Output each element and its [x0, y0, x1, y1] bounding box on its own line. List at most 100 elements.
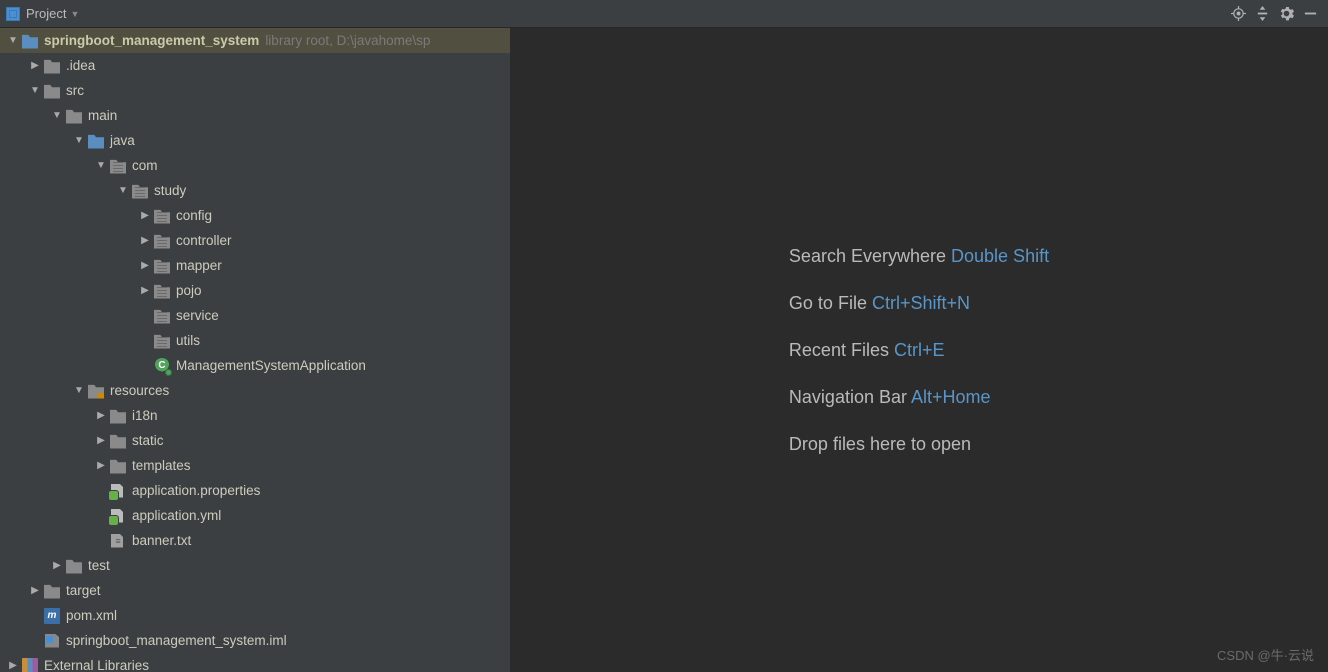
tree-node-label: application.yml [132, 508, 221, 523]
tree-node-label: com [132, 158, 158, 173]
project-toolbar: Project ▼ [0, 0, 1328, 28]
help-text: Navigation Bar [789, 387, 907, 407]
pkg-icon [110, 158, 126, 174]
project-dropdown[interactable]: Project [26, 6, 66, 21]
tree-arrow-icon[interactable]: ▼ [30, 85, 40, 96]
locate-icon[interactable] [1226, 2, 1250, 26]
tree-node-external-libraries[interactable]: ▶ External Libraries [0, 653, 510, 672]
tree-arrow-icon[interactable]: ▶ [140, 260, 150, 271]
tree-node-label: main [88, 108, 117, 123]
tree-arrow-icon[interactable]: ▶ [8, 660, 18, 671]
lib-icon-icon [22, 658, 38, 672]
folder-icon [44, 583, 60, 599]
expand-all-icon[interactable] [1250, 2, 1274, 26]
pom-file-icon [44, 608, 60, 624]
tree-node-banner-txt[interactable]: banner.txt [0, 528, 510, 553]
tree-node-label: study [154, 183, 186, 198]
tree-node-application-yml[interactable]: application.yml [0, 503, 510, 528]
tree-node-springboot-management-system[interactable]: ▼springboot_management_systemlibrary roo… [0, 28, 510, 53]
tree-arrow-icon[interactable]: ▼ [96, 160, 106, 171]
help-row: Search Everywhere Double Shift [789, 246, 1049, 267]
pkg-icon [154, 283, 170, 299]
tree-node-service[interactable]: service [0, 303, 510, 328]
tree-node--idea[interactable]: ▶ .idea [0, 53, 510, 78]
tree-arrow-icon[interactable]: ▶ [96, 435, 106, 446]
tree-node-study[interactable]: ▼ study [0, 178, 510, 203]
help-row: Drop files here to open [789, 434, 1049, 455]
yml-file-icon [110, 508, 126, 524]
help-shortcut: Ctrl+E [894, 340, 945, 360]
prop-file-icon [110, 483, 126, 499]
folder-blue-icon [88, 133, 104, 149]
help-shortcut: Ctrl+Shift+N [872, 293, 970, 313]
java-file-icon [154, 358, 170, 374]
tree-arrow-icon[interactable]: ▶ [30, 60, 40, 71]
tree-node-test[interactable]: ▶ test [0, 553, 510, 578]
tree-node-label: External Libraries [44, 658, 149, 672]
res-folder-icon [88, 383, 104, 399]
tree-node-label: templates [132, 458, 191, 473]
folder-icon [66, 558, 82, 574]
tree-node-target[interactable]: ▶ target [0, 578, 510, 603]
tree-arrow-icon[interactable]: ▶ [52, 560, 62, 571]
tree-node-label: application.properties [132, 483, 260, 498]
pkg-icon [132, 183, 148, 199]
folder-icon [44, 58, 60, 74]
help-text: Drop files here to open [789, 434, 971, 454]
hide-icon[interactable] [1298, 2, 1322, 26]
tree-node-main[interactable]: ▼ main [0, 103, 510, 128]
tree-node-pom-xml[interactable]: pom.xml [0, 603, 510, 628]
tree-arrow-icon[interactable]: ▼ [74, 135, 84, 146]
tree-arrow-icon[interactable]: ▼ [52, 110, 62, 121]
tree-node-label: test [88, 558, 110, 573]
tree-node-label: service [176, 308, 219, 323]
tree-node-label: .idea [66, 58, 95, 73]
tree-arrow-icon[interactable]: ▶ [96, 410, 106, 421]
tree-node-label: utils [176, 333, 200, 348]
chevron-down-icon[interactable]: ▼ [70, 9, 79, 19]
pkg-icon [154, 308, 170, 324]
tree-node-label: springboot_management_system.iml [66, 633, 287, 648]
folder-blue-icon [22, 33, 38, 49]
tree-node-controller[interactable]: ▶controller [0, 228, 510, 253]
tree-node-label: i18n [132, 408, 158, 423]
tree-arrow-icon[interactable]: ▼ [118, 185, 128, 196]
pkg-icon [154, 233, 170, 249]
tree-node-static[interactable]: ▶static [0, 428, 510, 453]
tree-node-label: target [66, 583, 101, 598]
project-tree[interactable]: ▼springboot_management_systemlibrary roo… [0, 28, 510, 672]
tree-node-managementsystemapplication[interactable]: ManagementSystemApplication [0, 353, 510, 378]
folder-icon [44, 83, 60, 99]
tree-node-templates[interactable]: ▶ templates [0, 453, 510, 478]
tree-arrow-icon[interactable]: ▶ [140, 285, 150, 296]
tree-node-pojo[interactable]: ▶ pojo [0, 278, 510, 303]
pkg-icon [154, 208, 170, 224]
tree-node-label: banner.txt [132, 533, 191, 548]
help-text: Search Everywhere [789, 246, 946, 266]
editor-area[interactable]: Search Everywhere Double ShiftGo to File… [510, 28, 1328, 672]
tree-arrow-icon[interactable]: ▶ [140, 235, 150, 246]
tree-node-springboot-management-system-iml[interactable]: springboot_management_system.iml [0, 628, 510, 653]
settings-icon[interactable] [1274, 2, 1298, 26]
tree-arrow-icon[interactable]: ▼ [8, 35, 18, 46]
tree-node-mapper[interactable]: ▶mapper [0, 253, 510, 278]
tree-node-label: src [66, 83, 84, 98]
tree-node-label: config [176, 208, 212, 223]
tree-arrow-icon[interactable]: ▼ [74, 385, 84, 396]
tree-node-application-properties[interactable]: application.properties [0, 478, 510, 503]
tree-arrow-icon[interactable]: ▶ [30, 585, 40, 596]
tree-node-resources[interactable]: ▼resources [0, 378, 510, 403]
tree-node-label: pojo [176, 283, 202, 298]
tree-node-config[interactable]: ▶ config [0, 203, 510, 228]
tree-node-suffix: library root, D:\javahome\sp [265, 33, 430, 48]
help-shortcut: Double Shift [951, 246, 1049, 266]
help-row: Navigation Bar Alt+Home [789, 387, 1049, 408]
tree-node-i18n[interactable]: ▶ i18n [0, 403, 510, 428]
tree-node-utils[interactable]: utils [0, 328, 510, 353]
tree-arrow-icon[interactable]: ▶ [96, 460, 106, 471]
tree-node-com[interactable]: ▼ com [0, 153, 510, 178]
iml-file-icon [44, 633, 60, 649]
tree-node-src[interactable]: ▼ src [0, 78, 510, 103]
tree-node-java[interactable]: ▼java [0, 128, 510, 153]
tree-arrow-icon[interactable]: ▶ [140, 210, 150, 221]
